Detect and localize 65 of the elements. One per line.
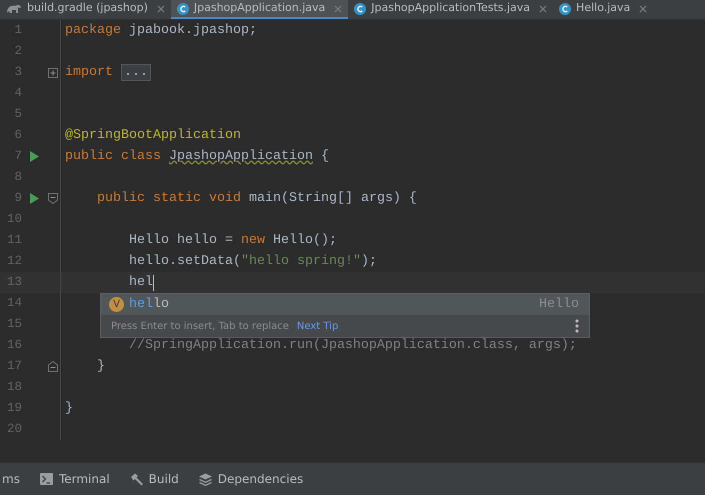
class-icon	[559, 2, 572, 14]
line-number: 3	[13, 64, 22, 82]
line-number: 7	[13, 148, 22, 166]
tool-window-button[interactable]: Terminal	[40, 470, 110, 488]
run-icon[interactable]	[30, 151, 38, 162]
code-line: hello.setData("hello spring!");	[128, 252, 377, 270]
layers-icon	[198, 472, 212, 486]
line-number: 4	[13, 85, 22, 102]
editor-tab[interactable]: JpashopApplication.java	[170, 0, 348, 19]
close-icon	[639, 4, 648, 12]
close-icon	[334, 4, 342, 12]
run-icon[interactable]	[30, 193, 38, 204]
code-line: //SpringApplication.run(JpashopApplication.class, args);	[128, 336, 577, 354]
line-number: 19	[6, 400, 22, 418]
hint-text: Press Enter to insert, Tab to replace	[111, 320, 289, 334]
tool-window-button[interactable]: Dependencies	[198, 470, 304, 488]
type-label: Hello	[539, 296, 579, 314]
code-line: Hello hello = new Hello();	[128, 232, 337, 250]
code-line: }	[64, 400, 73, 418]
tab-label: JpashopApplication.java	[194, 0, 326, 16]
elephant-icon	[6, 3, 22, 14]
variable-icon: V	[109, 297, 124, 312]
fold-collapse-icon[interactable]	[48, 193, 58, 204]
line-number: 20	[6, 421, 22, 438]
tool-window-button[interactable]: Build	[130, 470, 179, 488]
close-icon	[156, 4, 165, 12]
line-number: 14	[6, 295, 22, 312]
line-number: 16	[6, 337, 22, 354]
class-icon	[354, 2, 366, 14]
completion-item[interactable]: V hello Hello	[101, 294, 589, 315]
line-number: 2	[13, 43, 22, 60]
editor-tab[interactable]: JpashopApplicationTests.java	[348, 0, 554, 19]
line-number: 8	[13, 169, 22, 186]
tab-label: Hello.java	[576, 0, 630, 16]
line-number: 11	[6, 232, 22, 250]
line-number: 1	[13, 22, 22, 40]
line-number: 10	[6, 211, 22, 228]
line-number: 18	[6, 379, 22, 396]
code-line: hel	[128, 274, 153, 292]
code-line: @SpringBootApplication	[64, 126, 241, 144]
line-number: 12	[6, 253, 22, 270]
editor-tab[interactable]: Hello.java	[553, 0, 654, 19]
code-line: public static void main(String[] args) {	[96, 190, 417, 208]
code-line: import ...	[61, 62, 151, 82]
code-line: public class JpashopApplication {	[64, 148, 329, 166]
editor-tab[interactable]: build.gradle (jpashop)	[0, 0, 171, 19]
fold-expand-icon[interactable]	[48, 68, 58, 78]
line-number: 9	[13, 190, 22, 208]
tab-label: build.gradle (jpashop)	[27, 0, 148, 16]
folded-code[interactable]: ...	[121, 64, 151, 80]
tab-label: JpashopApplicationTests.java	[371, 0, 530, 16]
line-number: 6	[13, 127, 22, 144]
line-number: 5	[13, 106, 22, 124]
line-number: 15	[6, 316, 22, 334]
next-tip-link[interactable]: Next Tip	[296, 318, 338, 334]
tool-window-button[interactable]: ms	[2, 470, 20, 488]
code-line: }	[96, 358, 105, 376]
fold-end-icon[interactable]	[48, 361, 58, 372]
close-icon	[539, 4, 548, 12]
class-icon	[176, 2, 189, 14]
line-number: 17	[6, 358, 22, 376]
hammer-icon	[130, 472, 143, 486]
code-line: package jpabook.jpashop;	[64, 22, 257, 40]
more-icon[interactable]	[575, 319, 579, 333]
terminal-icon	[40, 473, 53, 485]
